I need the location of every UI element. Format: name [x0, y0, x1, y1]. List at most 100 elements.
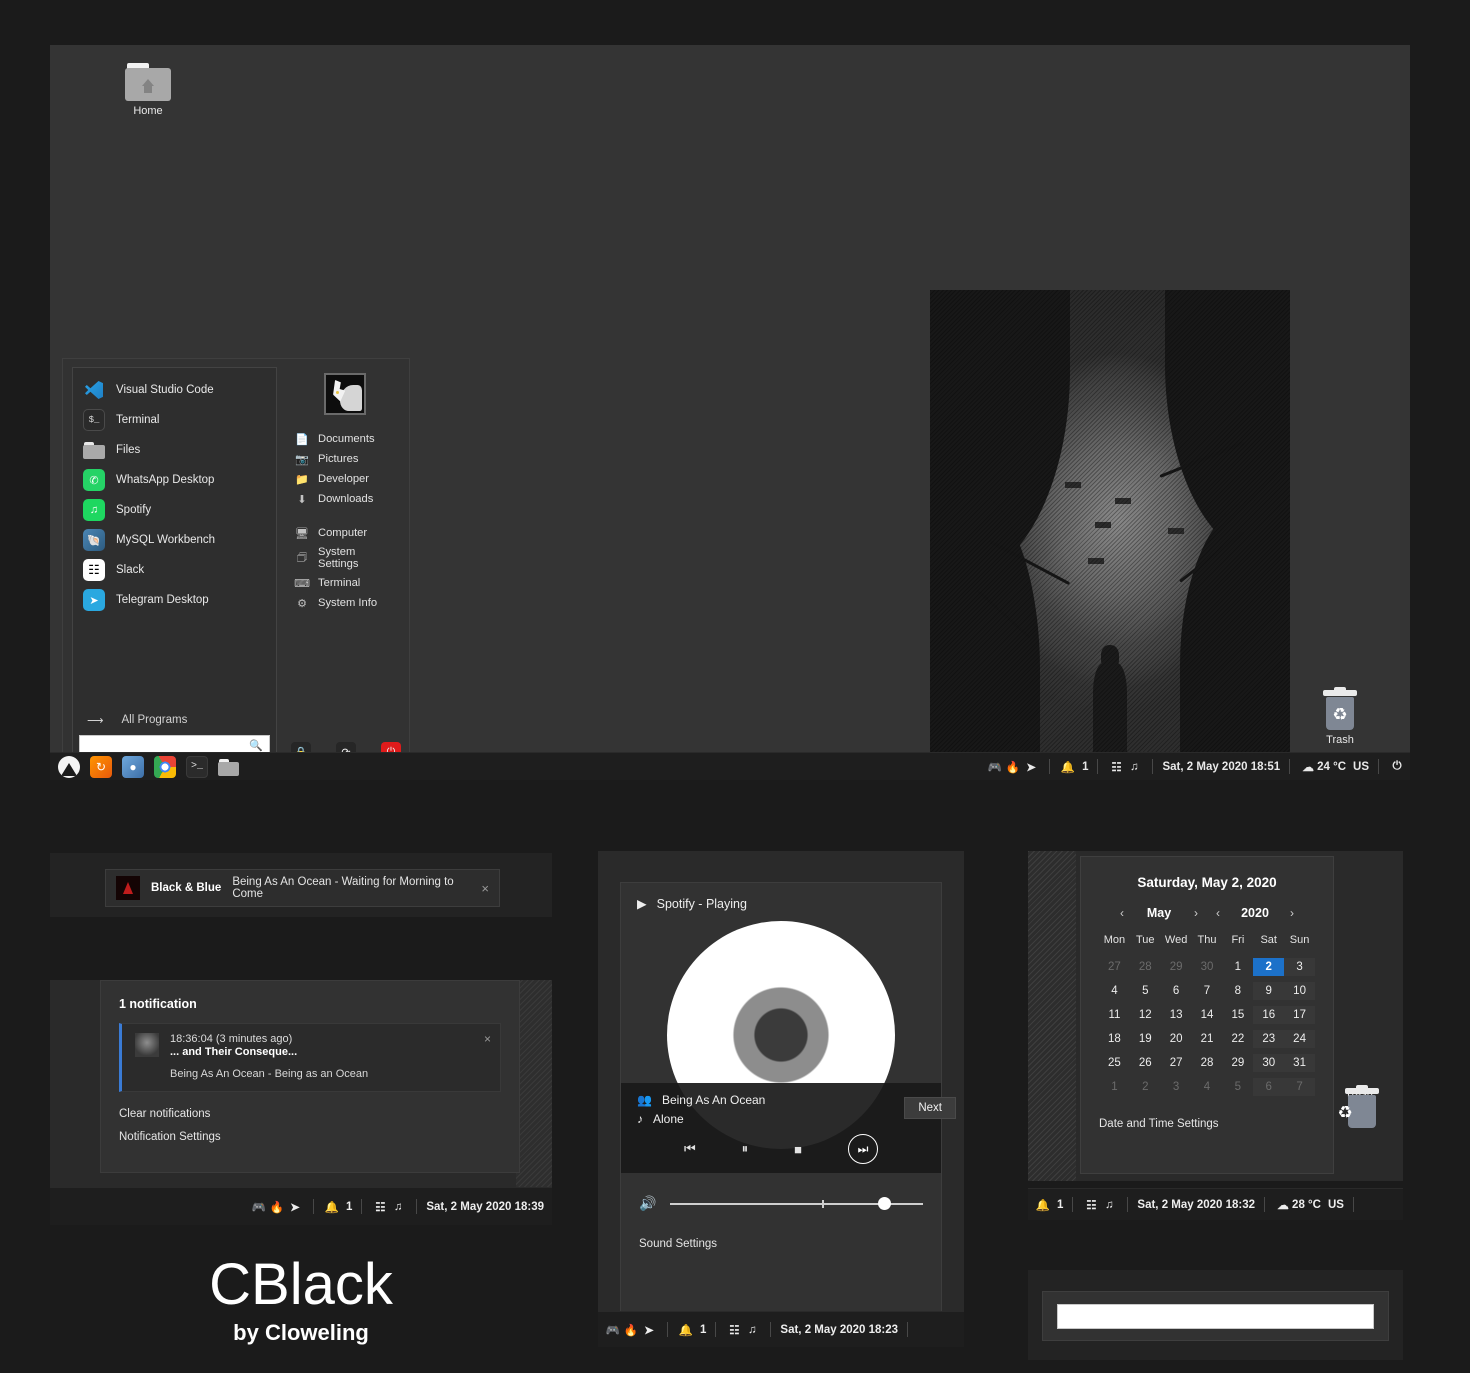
music-note-icon[interactable]: ♫	[1125, 759, 1143, 775]
start-menu-app-slack[interactable]: ☷ Slack	[73, 555, 276, 585]
chrome-icon[interactable]	[154, 755, 176, 778]
prev-year-button[interactable]: ‹	[1210, 906, 1226, 920]
power-icon[interactable]: ⏻	[1388, 759, 1406, 775]
notification-tray[interactable]: 🔔 1	[677, 1322, 707, 1338]
calendar-day[interactable]: 1	[1099, 1078, 1130, 1096]
telegram-icon[interactable]: ➤	[640, 1322, 658, 1338]
previous-button[interactable]: ⏮	[684, 1141, 696, 1157]
calendar-day[interactable]: 31	[1284, 1054, 1315, 1072]
calendar-day[interactable]: 2	[1130, 1078, 1161, 1096]
calendar-day[interactable]: 4	[1099, 982, 1130, 1000]
calendar-day[interactable]: 13	[1161, 1006, 1192, 1024]
weather-temperature[interactable]: 24 °C	[1317, 761, 1346, 773]
close-icon[interactable]: ×	[484, 1032, 491, 1046]
sound-settings-button[interactable]: Sound Settings	[621, 1212, 941, 1250]
prev-month-button[interactable]: ‹	[1114, 906, 1130, 920]
calendar-day[interactable]: 28	[1192, 1054, 1223, 1072]
menu-icon[interactable]	[58, 755, 80, 778]
calendar-day-today[interactable]: 2	[1253, 958, 1285, 976]
clock[interactable]: Sat, 2 May 2020 18:51	[1162, 761, 1280, 773]
start-menu-app-files[interactable]: Files	[73, 435, 276, 465]
calendar-day[interactable]: 20	[1161, 1030, 1192, 1048]
system-settings[interactable]: 🗇 System Settings	[291, 543, 399, 573]
discord-icon[interactable]: 🎮	[250, 1199, 268, 1215]
start-menu-app-telegram[interactable]: ➤ Telegram Desktop	[73, 585, 276, 615]
music-note-icon[interactable]: ♫	[389, 1199, 407, 1215]
desktop-icon-trash[interactable]: ♻ Trash	[1329, 1085, 1389, 1128]
calendar-day[interactable]: 5	[1130, 982, 1161, 1000]
app-icon[interactable]: 🔥	[268, 1199, 286, 1215]
calendar-day[interactable]: 8	[1222, 982, 1253, 1000]
calendar-day[interactable]: 18	[1099, 1030, 1130, 1048]
calendar-day[interactable]: 1	[1222, 958, 1253, 976]
weather-temperature[interactable]: 28 °C	[1292, 1199, 1321, 1211]
stop-button[interactable]: ■	[794, 1142, 802, 1157]
taskbar[interactable]: 🔔 1 ☷ ♫ Sat, 2 May 2020 18:32 ☁ 28 °C US	[1028, 1188, 1403, 1220]
start-menu-app-vscode[interactable]: Visual Studio Code	[73, 375, 276, 405]
place-pictures[interactable]: 📷 Pictures	[291, 449, 399, 469]
calendar-day[interactable]: 27	[1161, 1054, 1192, 1072]
taskbar[interactable]: ↻ ● >_ 🎮 🔥 ➤ 🔔 1 ☷ ♫ Sat, 2 May 2020 18:…	[50, 752, 1410, 780]
files-icon[interactable]	[218, 756, 240, 778]
notification-tray[interactable]: 🔔 1	[323, 1199, 353, 1215]
calendar-day[interactable]: 29	[1222, 1054, 1253, 1072]
network-icon[interactable]: ☷	[725, 1322, 743, 1338]
taskbar[interactable]: 🎮 🔥 ➤ 🔔 1 ☷ ♫ Sat, 2 May 2020 18:23	[598, 1311, 964, 1347]
calendar-day[interactable]: 14	[1192, 1006, 1223, 1024]
start-menu-app-whatsapp[interactable]: ✆ WhatsApp Desktop	[73, 465, 276, 495]
calendar-grid[interactable]: Mon Tue Wed Thu Fri Sat Sun 27 28 29 30 1 2 3 4 5 6 7 8 9 10…	[1099, 934, 1315, 1096]
calendar-day[interactable]: 4	[1192, 1078, 1223, 1096]
clock[interactable]: Sat, 2 May 2020 18:39	[426, 1201, 544, 1213]
calendar-day[interactable]: 17	[1284, 1006, 1315, 1024]
place-documents[interactable]: 📄 Documents	[291, 429, 399, 449]
next-button[interactable]: ⏭	[848, 1134, 879, 1164]
telegram-icon[interactable]: ➤	[286, 1199, 304, 1215]
desktop[interactable]: Home ♻ Trash Visual Studio Code $_ Termi…	[50, 45, 1410, 780]
search-input[interactable]	[86, 739, 250, 752]
music-osd-notification[interactable]: Black & Blue Being As An Ocean - Waiting…	[105, 869, 500, 907]
clear-notifications-button[interactable]: Clear notifications	[119, 1108, 501, 1120]
telegram-icon[interactable]: ➤	[1022, 759, 1040, 775]
next-year-button[interactable]: ›	[1284, 906, 1300, 920]
system-info[interactable]: ⚙ System Info	[291, 593, 399, 613]
calendar-day[interactable]: 19	[1130, 1030, 1161, 1048]
music-note-icon[interactable]: ♫	[743, 1322, 761, 1338]
discord-icon[interactable]: 🎮	[986, 759, 1004, 775]
notification-settings-button[interactable]: Notification Settings	[119, 1131, 501, 1143]
pause-button[interactable]: ⏸	[742, 1141, 749, 1157]
calendar-day[interactable]: 30	[1253, 1054, 1285, 1072]
desktop-icon-home[interactable]: Home	[113, 63, 183, 117]
calendar-day[interactable]: 6	[1161, 982, 1192, 1000]
app-icon[interactable]: 🔥	[1004, 759, 1022, 775]
system-computer[interactable]: 🖥 Computer	[291, 523, 399, 543]
volume-slider[interactable]	[670, 1197, 923, 1210]
volume-knob[interactable]	[877, 1197, 891, 1210]
calendar-day[interactable]: 24	[1284, 1030, 1315, 1048]
calendar-day[interactable]: 25	[1099, 1054, 1130, 1072]
desktop-icon-trash[interactable]: ♻ Trash	[1305, 687, 1375, 746]
calendar-day[interactable]: 29	[1161, 958, 1192, 976]
clock[interactable]: Sat, 2 May 2020 18:32	[1137, 1199, 1255, 1211]
calendar-day[interactable]: 21	[1192, 1030, 1223, 1048]
calendar-day[interactable]: 27	[1099, 958, 1130, 976]
start-menu-app-spotify[interactable]: ♫ Spotify	[73, 495, 276, 525]
calendar-day[interactable]: 23	[1253, 1030, 1285, 1048]
start-menu[interactable]: Visual Studio Code $_ Terminal Files ✆ W…	[62, 358, 410, 773]
network-icon[interactable]: ☷	[1082, 1197, 1100, 1213]
calendar-day[interactable]: 22	[1222, 1030, 1253, 1048]
next-month-button[interactable]: ›	[1188, 906, 1204, 920]
calendar-day[interactable]: 28	[1130, 958, 1161, 976]
calendar-day[interactable]: 16	[1253, 1006, 1285, 1024]
calendar-day[interactable]: 11	[1099, 1006, 1130, 1024]
browser-icon[interactable]: ●	[122, 755, 144, 778]
calendar-day[interactable]: 10	[1284, 982, 1315, 1000]
notification-tray[interactable]: 🔔 1	[1059, 759, 1089, 775]
calendar-day[interactable]: 7	[1192, 982, 1223, 1000]
terminal-icon[interactable]: >_	[186, 755, 208, 778]
calendar-day[interactable]: 9	[1253, 982, 1285, 1000]
notification-item[interactable]: × 18:36:04 (3 minutes ago) ... and Their…	[119, 1023, 501, 1092]
calendar-day[interactable]: 3	[1284, 958, 1315, 976]
calendar-day[interactable]: 26	[1130, 1054, 1161, 1072]
firefox-icon[interactable]: ↻	[90, 755, 112, 778]
keyboard-layout[interactable]: US	[1328, 1199, 1344, 1211]
